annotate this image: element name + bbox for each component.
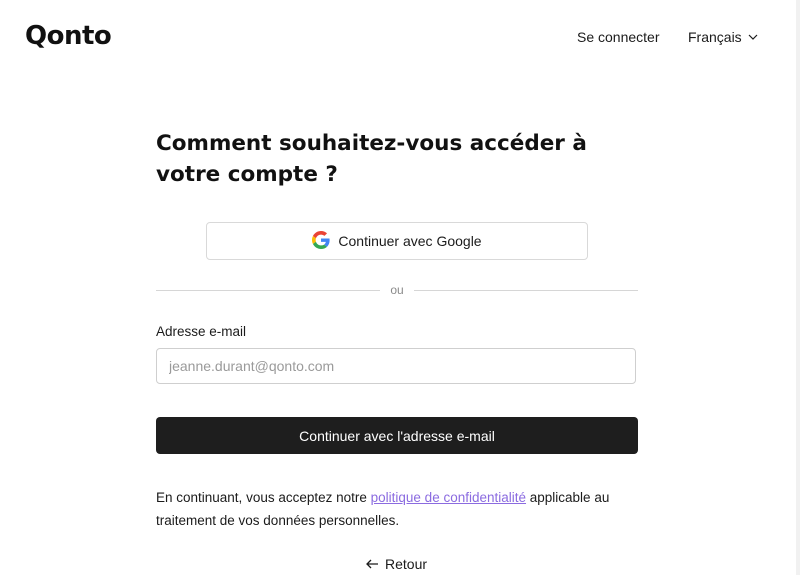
chevron-down-icon — [748, 34, 758, 40]
privacy-policy-link[interactable]: politique de confidentialité — [371, 490, 526, 505]
arrow-left-icon — [366, 556, 379, 572]
back-link[interactable]: Retour — [366, 556, 427, 572]
page-title: Comment souhaitez-vous accéder à votre c… — [156, 131, 587, 187]
privacy-consent-text: En continuant, vous acceptez notre polit… — [156, 486, 638, 532]
qonto-logo[interactable]: Qonto — [25, 21, 112, 51]
login-link[interactable]: Se connecter — [577, 29, 660, 45]
language-selector[interactable]: Français — [688, 29, 758, 45]
google-signin-button[interactable]: Continuer avec Google — [206, 222, 588, 260]
email-label: Adresse e-mail — [156, 324, 247, 339]
google-icon — [312, 230, 331, 252]
continue-email-button[interactable]: Continuer avec l'adresse e-mail — [156, 417, 638, 454]
back-label: Retour — [385, 556, 428, 572]
consent-text-before: En continuant, vous acceptez notre — [156, 490, 371, 505]
divider-line-left — [156, 289, 381, 291]
login-page: Qonto Se connecter Français Comment souh… — [0, 0, 800, 575]
language-label: Français — [688, 29, 742, 45]
email-field[interactable] — [156, 348, 636, 384]
divider-label: ou — [390, 283, 404, 297]
google-button-label: Continuer avec Google — [338, 233, 482, 249]
or-divider: ou — [156, 282, 639, 298]
divider-line-right — [413, 289, 639, 291]
page-scrollbar[interactable] — [796, 0, 800, 575]
